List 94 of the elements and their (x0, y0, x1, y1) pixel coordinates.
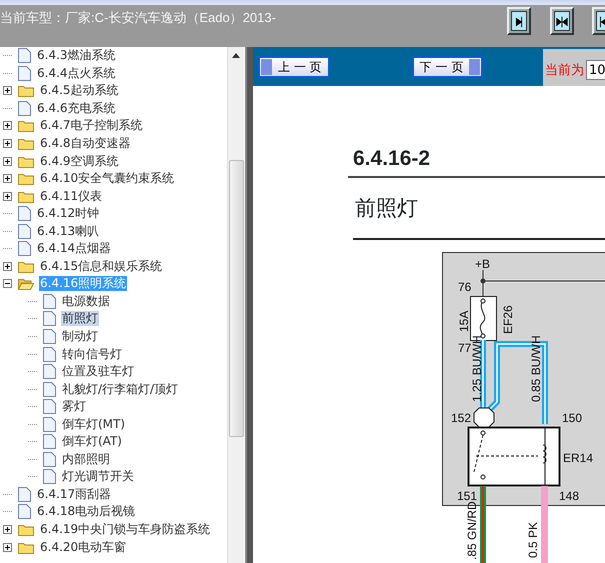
folder-icon (18, 190, 34, 203)
wire-label: 0.5 PK (526, 522, 540, 558)
collapse-icon[interactable] (3, 279, 12, 288)
tree-item[interactable]: 6.4.18电动后视镜 (36, 504, 136, 520)
tree-item[interactable]: 6.4.7电子控制系统 (39, 118, 144, 134)
scroll-thumb[interactable] (229, 160, 244, 437)
tree-item[interactable]: 6.4.3燃油系统 (36, 48, 117, 64)
document-icon (43, 329, 56, 344)
section-title: 前照灯 (355, 195, 418, 222)
document-icon (43, 452, 56, 467)
supply-label: +B (475, 257, 490, 271)
splice-drawing (474, 408, 494, 428)
expand-icon[interactable] (3, 525, 12, 534)
expand-icon[interactable] (3, 262, 12, 271)
document-icon (18, 206, 31, 222)
pin-number: 148 (559, 489, 580, 503)
pin-number: 152 (451, 411, 472, 425)
tree-item[interactable]: 6.4.9空调系统 (39, 154, 120, 169)
tree-item[interactable]: 制动灯 (61, 329, 99, 344)
expand-icon[interactable] (3, 86, 12, 96)
folder-icon (18, 137, 34, 150)
pin-number: 150 (562, 411, 582, 425)
tree-item[interactable]: 雾灯 (61, 399, 87, 414)
tree-item[interactable]: 6.4.6充电系统 (36, 100, 117, 116)
folder-icon (18, 84, 34, 98)
expand-icon[interactable] (3, 121, 12, 130)
tree-item[interactable]: 内部照明 (61, 452, 111, 467)
section-code: 6.4.16-2 (353, 146, 430, 172)
tree-item[interactable]: 电源数据 (61, 294, 111, 309)
tree-item[interactable]: 6.4.20电动车窗 (39, 540, 128, 555)
relay-name: ER14 (563, 451, 594, 465)
document-icon (43, 469, 56, 484)
wire-label: 0.85 BU/WH (529, 335, 543, 402)
folder-icon (18, 523, 34, 536)
split-view-button[interactable] (550, 7, 574, 35)
document-icon (18, 100, 31, 116)
pin-number: 76 (458, 280, 472, 294)
document-icon (43, 416, 56, 432)
document-icon (18, 66, 31, 81)
tree-item[interactable]: 礼貌灯/行李箱灯/顶灯 (61, 382, 180, 397)
tree-item[interactable]: 位置及驻车灯 (61, 364, 135, 380)
tree-item[interactable]: 6.4.4点火系统 (36, 66, 117, 81)
expand-icon[interactable] (3, 174, 12, 184)
tree-item[interactable]: 6.4.13喇叭 (36, 224, 100, 239)
document-icon (18, 48, 31, 64)
document-icon (18, 224, 31, 239)
scrollbar[interactable] (227, 47, 244, 563)
car-model-title: 当前车型：厂家:C-长安汽车逸动（Eado）2013- (0, 9, 276, 25)
document-icon (18, 504, 31, 520)
expand-icon[interactable] (3, 156, 12, 166)
document-icon (18, 486, 31, 502)
tree-item[interactable]: 6.4.5起动系统 (39, 83, 120, 98)
tree-item[interactable]: 前照灯 (61, 311, 99, 326)
tree-item[interactable]: 6.4.14点烟器 (36, 241, 112, 256)
tree-item[interactable]: 6.4.11仪表 (39, 188, 104, 204)
previous-page-button[interactable]: 上 一 页 (258, 56, 330, 78)
tree-item[interactable]: 6.4.19中央门锁与车身防盗系统 (39, 522, 212, 538)
document-icon (43, 311, 56, 326)
tree-item[interactable]: 转向信号灯 (61, 346, 123, 362)
tree-item[interactable]: 6.4.15信息和娱乐系统 (39, 258, 164, 274)
pin-number: 151 (457, 489, 478, 503)
tree-item[interactable]: 6.4.12时钟 (36, 206, 100, 222)
folder-icon (18, 277, 34, 290)
document-icon (43, 364, 56, 380)
expand-icon[interactable] (3, 542, 12, 552)
tree-item[interactable]: 6.4.10安全气囊约束系统 (39, 171, 176, 186)
scroll-up-icon[interactable] (232, 53, 240, 58)
wire-label: 1.25 BU/WH (470, 335, 484, 402)
folder-icon (18, 154, 34, 168)
folder-icon (18, 260, 34, 273)
folder-icon (18, 540, 34, 554)
wire-label: .85 GN/RD (465, 501, 479, 560)
document-icon (43, 399, 56, 414)
tree-item[interactable]: 倒车灯(MT) (61, 416, 126, 432)
document-icon (43, 434, 56, 450)
expand-icon[interactable] (3, 192, 12, 201)
tree-item[interactable]: 倒车灯(AT) (61, 434, 123, 450)
tree-item[interactable]: 灯光调节开关 (61, 469, 135, 484)
document-icon (18, 241, 31, 256)
tree-item[interactable]: 6.4.8自动变速器 (39, 136, 132, 151)
document-icon (43, 346, 56, 362)
current-page-label: 当前为 (545, 62, 584, 80)
document-icon (43, 382, 56, 397)
folder-icon (18, 119, 34, 132)
fuse-rating: 15A (457, 310, 471, 332)
fuse-name: EF26 (501, 305, 515, 334)
current-page-field[interactable]: 10 (586, 60, 605, 80)
tree-item[interactable]: 6.4.17雨刮器 (36, 486, 112, 502)
expand-right-button[interactable] (507, 7, 531, 35)
pin-number: 77 (458, 341, 472, 355)
expand-icon[interactable] (3, 139, 12, 148)
next-page-button[interactable]: 下 一 页 (412, 56, 484, 78)
document-icon (43, 294, 56, 309)
folder-icon (18, 172, 34, 186)
